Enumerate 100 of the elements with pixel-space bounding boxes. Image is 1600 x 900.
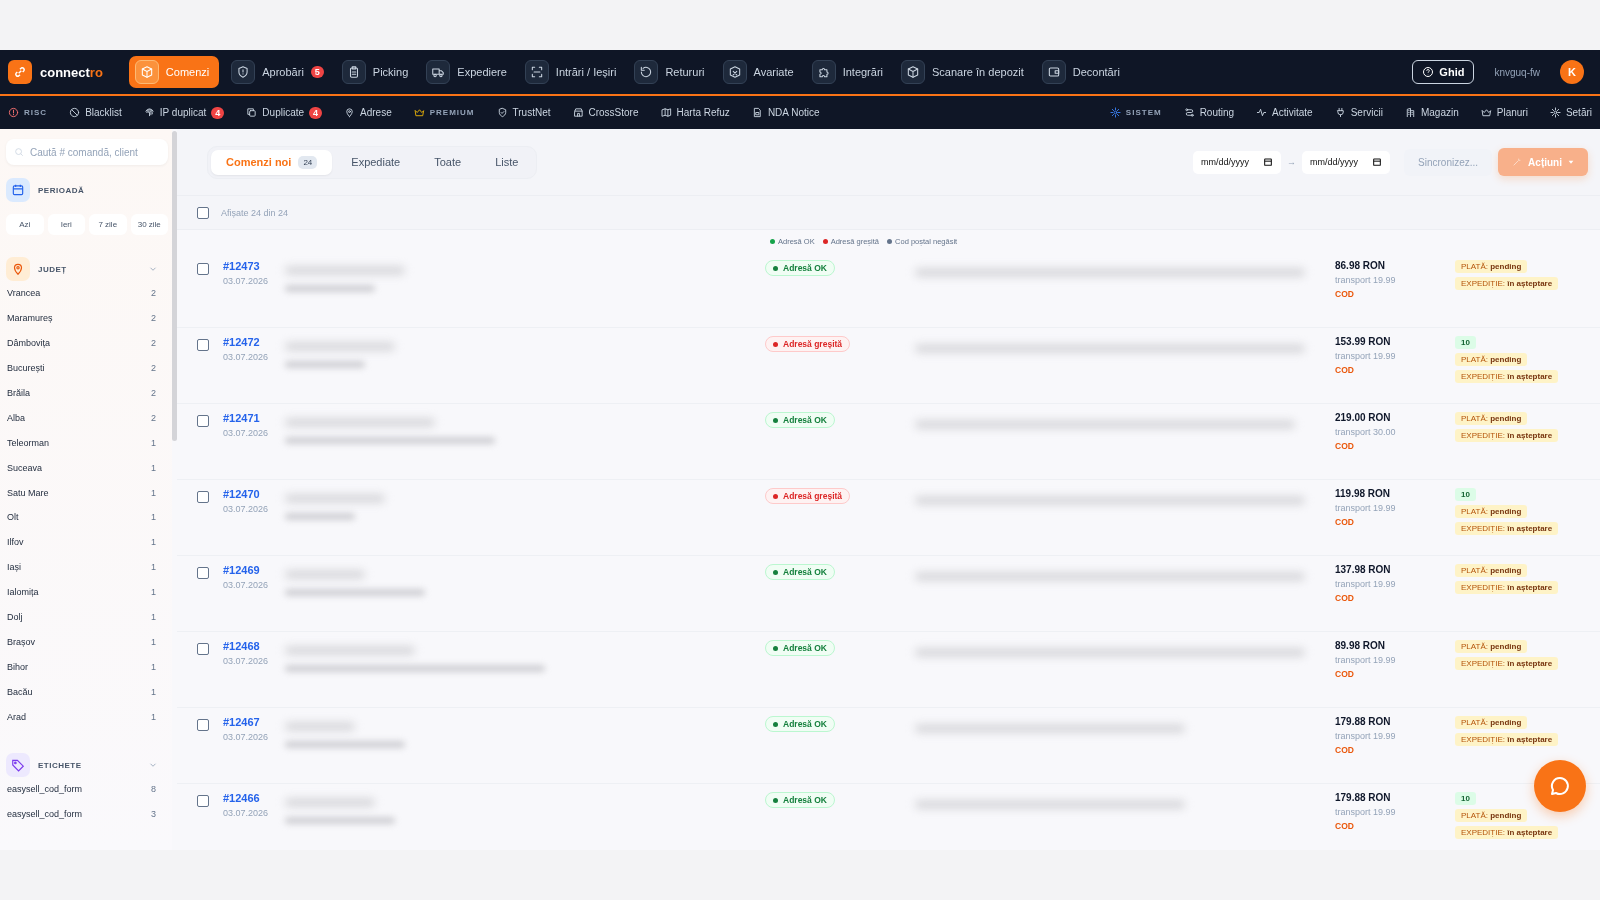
order-tab[interactable]: Comenzi noi 24 xyxy=(211,149,333,175)
order-number-link[interactable]: #12468 xyxy=(223,640,285,652)
subnav-link[interactable]: IP duplicat 4 xyxy=(143,106,225,119)
row-checkbox[interactable] xyxy=(197,263,209,275)
subnav-link[interactable]: Blacklist xyxy=(69,107,122,118)
subnav-link[interactable]: CrossStore xyxy=(572,107,639,118)
search-field[interactable]: Caută # comandă, client xyxy=(6,139,168,165)
map-icon xyxy=(660,107,672,118)
nav-tab[interactable]: Integrări xyxy=(805,56,889,88)
subnav-link[interactable]: Harta Refuz xyxy=(660,107,730,118)
payment-status-tag: PLATĂ: pending xyxy=(1455,564,1528,577)
date-field[interactable]: mm/dd/yyyy xyxy=(1302,150,1391,174)
county-filter-item[interactable]: Suceava xyxy=(7,462,43,473)
tag-icon xyxy=(6,753,30,778)
county-filter-item[interactable]: Maramureș xyxy=(7,313,53,324)
county-filter-item[interactable]: Bacău xyxy=(7,686,33,697)
clipboard-icon xyxy=(341,60,366,84)
county-filter-item[interactable]: Ilfov xyxy=(7,537,24,548)
scrollbar-thumb[interactable] xyxy=(172,131,177,441)
transport-cost: transport 30.00 xyxy=(1335,427,1397,437)
county-filter-item[interactable]: Vrancea xyxy=(7,288,41,299)
county-filter-item[interactable]: Brăila xyxy=(7,388,30,398)
nav-tab[interactable]: Scanare în depozit xyxy=(895,56,1030,88)
address-status-badge: Adresă OK xyxy=(765,564,835,580)
row-checkbox[interactable] xyxy=(197,339,209,351)
order-number-link[interactable]: #12472 xyxy=(223,336,285,348)
nav-tab[interactable]: Decontări xyxy=(1035,56,1126,88)
payment-status-tag: PLATĂ: pending xyxy=(1455,809,1528,822)
order-number-link[interactable]: #12471 xyxy=(223,412,285,424)
county-filter-item[interactable]: București xyxy=(7,363,45,374)
row-checkbox[interactable] xyxy=(197,491,209,503)
select-all-checkbox[interactable] xyxy=(197,206,209,219)
county-filter-item[interactable]: Olt xyxy=(7,512,19,523)
order-date: 03.07.2026 xyxy=(223,352,270,362)
order-number-link[interactable]: #12467 xyxy=(223,716,285,728)
transport-cost: transport 19.99 xyxy=(1335,579,1397,589)
nav-tab[interactable]: Expediere xyxy=(420,56,513,88)
period-preset-button[interactable]: Ieri xyxy=(47,214,85,235)
order-number-link[interactable]: #12473 xyxy=(223,260,285,272)
building-icon xyxy=(1404,107,1416,118)
address-status-badge: Adresă OK xyxy=(765,412,835,428)
subnav-link[interactable]: TrustNet xyxy=(496,107,551,118)
nav-tab[interactable]: Intrări / Ieșiri xyxy=(518,56,623,88)
label-filter-item[interactable]: easysell_cod_form xyxy=(7,809,83,820)
chat-button[interactable] xyxy=(1534,760,1586,812)
date-field[interactable]: mm/dd/yyyy xyxy=(1193,150,1282,174)
county-filter-item[interactable]: Dâmbovița xyxy=(7,338,51,349)
subnav-link[interactable]: Duplicate 4 xyxy=(246,106,323,119)
row-checkbox[interactable] xyxy=(197,567,209,579)
county-filter-item[interactable]: Alba xyxy=(7,412,25,423)
order-tab[interactable]: Liste xyxy=(480,149,534,175)
order-number-link[interactable]: #12470 xyxy=(223,488,285,500)
subnav-link[interactable]: PREMIUM xyxy=(413,107,475,118)
row-checkbox[interactable] xyxy=(197,415,209,427)
county-filter-item[interactable]: Iași xyxy=(7,562,21,573)
period-preset-button[interactable]: 30 zile xyxy=(130,214,168,235)
county-filter-item[interactable]: Satu Mare xyxy=(7,487,49,498)
county-filter-item[interactable]: Brașov xyxy=(7,636,35,647)
period-preset-button[interactable]: Azi xyxy=(6,214,44,235)
guide-button[interactable]: Ghid xyxy=(1412,60,1475,84)
wallet-icon xyxy=(1041,60,1066,84)
subnav-link[interactable]: RISC xyxy=(8,107,48,118)
order-number-link[interactable]: #12466 xyxy=(223,792,285,804)
shield-check-icon xyxy=(496,107,508,118)
row-checkbox[interactable] xyxy=(197,719,209,731)
county-filter-item[interactable]: Bihor xyxy=(7,661,28,672)
subnav-link[interactable]: Activitate xyxy=(1256,107,1313,118)
row-checkbox[interactable] xyxy=(197,643,209,655)
county-filter-item[interactable]: Dolj xyxy=(7,612,23,622)
subnav-link[interactable]: Servicii xyxy=(1334,107,1383,118)
count-text: 1 xyxy=(151,636,156,647)
subnav-link[interactable]: Magazin xyxy=(1404,107,1459,118)
county-filter-item[interactable]: Teleorman xyxy=(7,437,50,448)
label-filter-item[interactable]: easysell_cod_form xyxy=(7,784,83,795)
count-text: 1 xyxy=(151,437,156,448)
order-total: 179.88 RON xyxy=(1335,792,1392,803)
row-checkbox[interactable] xyxy=(197,795,209,807)
payment-method: COD xyxy=(1335,669,1355,679)
nav-tab[interactable]: Avariate xyxy=(716,56,800,88)
subnav-link[interactable]: Planuri xyxy=(1480,107,1528,118)
subnav-link[interactable]: Setări xyxy=(1549,107,1592,118)
address-status-badge: Adresă greșită xyxy=(765,336,851,352)
nav-tab[interactable]: Picking xyxy=(335,56,415,88)
period-preset-button[interactable]: 7 zile xyxy=(89,214,127,235)
county-filter-item[interactable]: Ialomița xyxy=(7,587,39,598)
order-tab[interactable]: Expediate xyxy=(336,149,416,175)
transport-cost: transport 19.99 xyxy=(1335,731,1397,741)
subnav-link[interactable]: Routing xyxy=(1183,107,1235,118)
subnav-link[interactable]: NDA Notice xyxy=(751,107,820,118)
link-logo-icon[interactable] xyxy=(8,60,32,84)
order-number-link[interactable]: #12469 xyxy=(223,564,285,576)
payment-status-tag: PLATĂ: pending xyxy=(1455,412,1528,425)
shield-icon xyxy=(231,60,256,84)
nav-tab[interactable]: Aprobări 5 xyxy=(225,56,330,88)
order-tab[interactable]: Toate xyxy=(419,149,477,175)
brand-name[interactable]: connectro xyxy=(40,64,103,80)
county-filter-item[interactable]: Arad xyxy=(7,711,26,722)
subnav-link[interactable]: SISTEM xyxy=(1109,107,1162,118)
nav-tab[interactable]: Retururi xyxy=(628,56,711,88)
subnav-link[interactable]: Adrese xyxy=(344,107,392,118)
